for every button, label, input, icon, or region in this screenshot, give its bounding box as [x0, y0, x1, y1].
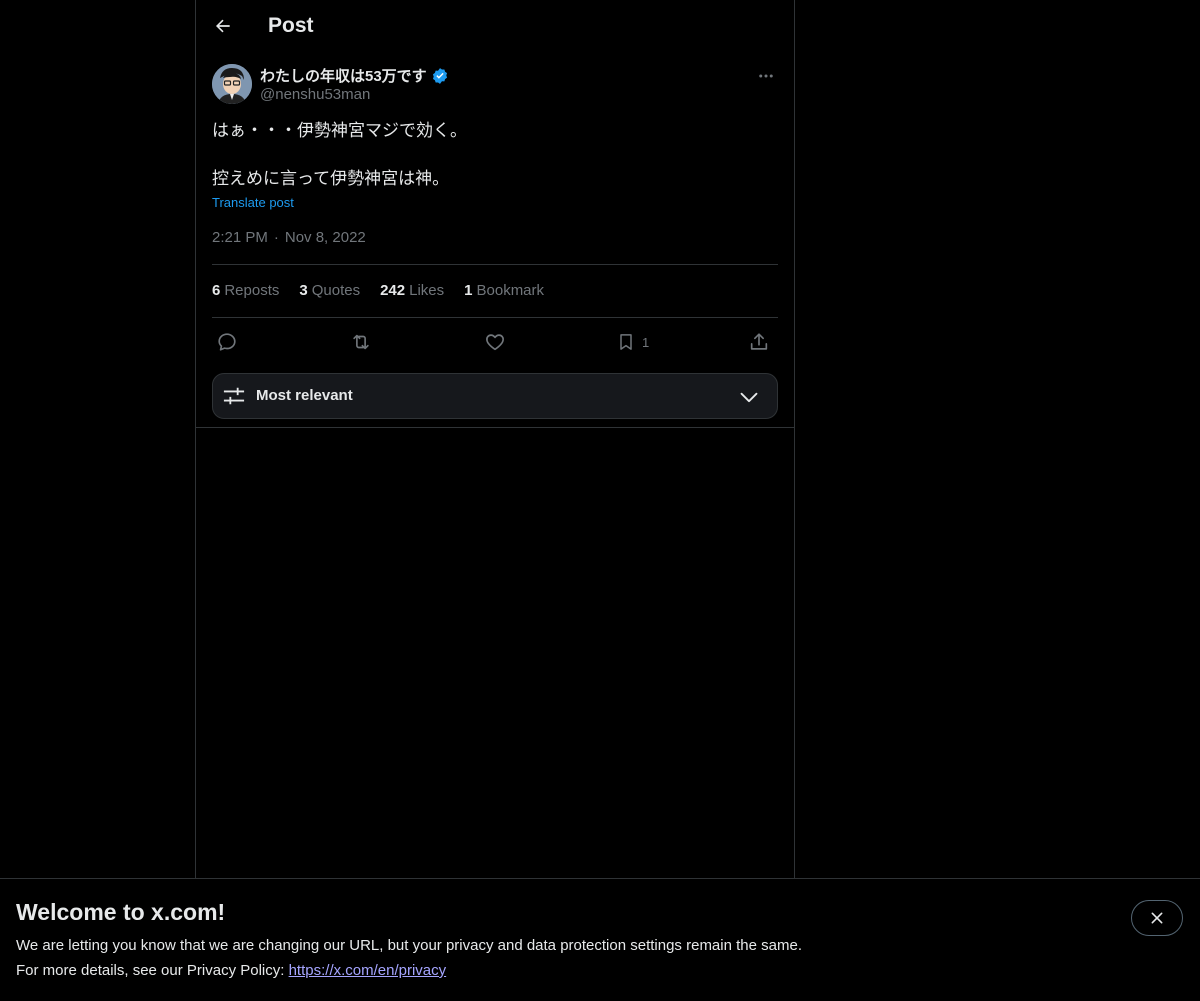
- bookmark-icon: [620, 334, 632, 350]
- reposts-stat[interactable]: 6 Reposts: [212, 282, 279, 299]
- reply-sort-dropdown[interactable]: Most relevant: [212, 373, 778, 419]
- author-handle[interactable]: @nenshu53man: [260, 86, 370, 103]
- close-icon: [1151, 912, 1163, 924]
- share-icon: [750, 333, 768, 350]
- close-banner-button[interactable]: [1131, 900, 1183, 936]
- bookmark-count: 1: [642, 334, 650, 350]
- reply-icon: [218, 333, 236, 351]
- repost-button[interactable]: [349, 328, 373, 356]
- name-row: わたしの年収は53万です: [260, 65, 449, 86]
- bookmark-button[interactable]: 1: [616, 328, 649, 356]
- heart-icon: [486, 334, 504, 351]
- post-body: はぁ・・・伊勢神宮マジで効く。 控えめに言って伊勢神宮は神。: [212, 119, 778, 191]
- post-column: Post わたしの年収は53万です @nenshu53man はぁ・・・伊勢神宮…: [195, 0, 795, 878]
- arrow-left-icon: [216, 19, 230, 33]
- translate-post-link[interactable]: Translate post: [212, 195, 294, 210]
- post-timestamp: 2:21 PM · Nov 8, 2022: [212, 229, 366, 246]
- bookmarks-stat[interactable]: 1 Bookmark: [464, 282, 544, 299]
- avatar-image: [212, 64, 252, 104]
- more-dots-icon: [759, 74, 773, 78]
- banner-policy-text: For more details, see our Privacy Policy…: [16, 962, 289, 979]
- banner-title: Welcome to x.com!: [16, 899, 226, 925]
- back-button[interactable]: [206, 9, 240, 43]
- more-options-button[interactable]: [754, 64, 778, 88]
- divider: [196, 427, 794, 428]
- chevron-down-icon: [740, 392, 758, 403]
- page-title: Post: [268, 14, 314, 37]
- avatar[interactable]: [212, 64, 252, 104]
- share-button[interactable]: [748, 328, 770, 356]
- sliders-icon: [223, 387, 245, 405]
- divider: [212, 264, 778, 265]
- quotes-stat[interactable]: 3 Quotes: [299, 282, 360, 299]
- author-display-name[interactable]: わたしの年収は53万です: [260, 65, 427, 86]
- post-text-line: はぁ・・・伊勢神宮マジで効く。: [212, 121, 467, 140]
- post-author: わたしの年収は53万です @nenshu53man: [212, 64, 778, 108]
- post-stats: 6 Reposts 3 Quotes 242 Likes 1 Bookmark: [212, 282, 544, 299]
- like-button[interactable]: [484, 328, 506, 356]
- post-time[interactable]: 2:21 PM: [212, 229, 268, 246]
- divider: [212, 317, 778, 318]
- sort-selected-label: Most relevant: [256, 387, 353, 404]
- post-text-line: 控えめに言って伊勢神宮は神。: [212, 169, 450, 188]
- reply-button[interactable]: [216, 328, 238, 356]
- welcome-banner: Welcome to x.com! We are letting you kno…: [0, 878, 1200, 1001]
- meta-separator: ·: [273, 229, 279, 246]
- post-header: Post: [196, 0, 794, 54]
- verified-badge-icon: [432, 67, 447, 84]
- privacy-policy-link[interactable]: https://x.com/en/privacy: [289, 962, 447, 979]
- post-date[interactable]: Nov 8, 2022: [285, 229, 366, 246]
- repost-icon: [353, 334, 369, 350]
- likes-stat[interactable]: 242 Likes: [380, 282, 444, 299]
- banner-policy-line: For more details, see our Privacy Policy…: [16, 962, 446, 979]
- post-actions: 1: [212, 328, 778, 356]
- banner-message: We are letting you know that we are chan…: [16, 937, 802, 954]
